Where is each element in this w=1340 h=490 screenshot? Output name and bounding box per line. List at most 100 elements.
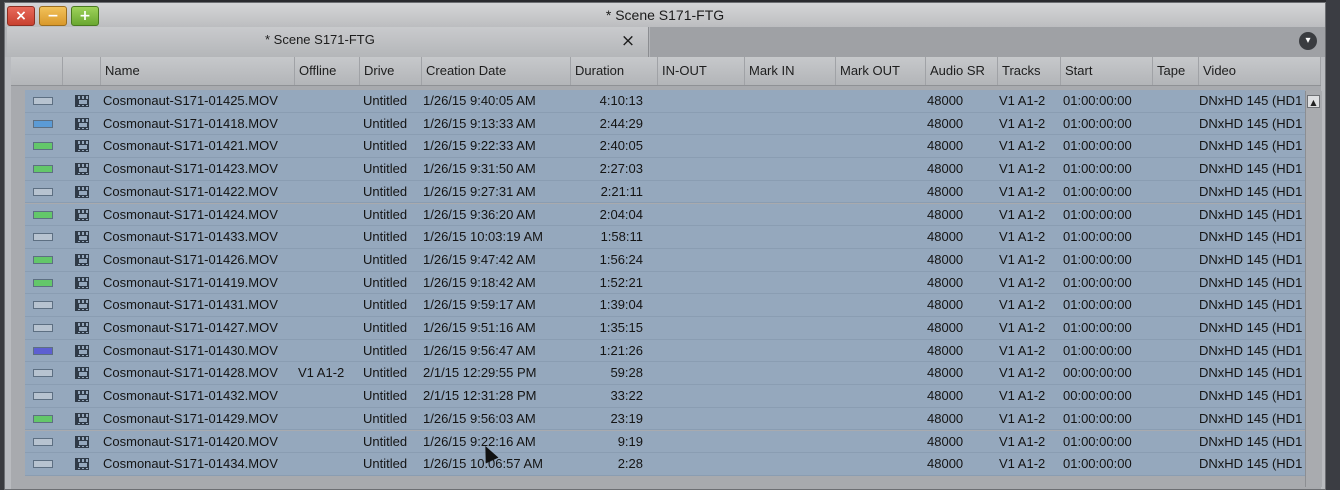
cell-drive: Untitled [363, 433, 408, 449]
window-titlebar[interactable]: × − + * Scene S171-FTG [5, 3, 1325, 28]
cell-start: 01:00:00:00 [1063, 115, 1132, 131]
cell-created: 1/26/15 9:56:47 AM [423, 342, 536, 358]
film-clip-icon[interactable] [75, 185, 89, 198]
clip-row[interactable]: Cosmonaut-S171-01428.MOV V1 A1-2 Untitled 2… [25, 362, 1305, 386]
column-header-icon[interactable] [63, 57, 101, 85]
clip-row[interactable]: Cosmonaut-S171-01431.MOV Untitled 1/26/15 … [25, 294, 1305, 317]
clip-row[interactable]: Cosmonaut-S171-01434.MOV Untitled 1/26/15 … [25, 453, 1305, 476]
cell-duration: 1:56:24 [599, 251, 643, 267]
cell-video: DNxHD 145 (HD1 [1199, 206, 1303, 222]
clip-color-swatch [33, 165, 53, 174]
column-header-duration[interactable]: Duration [571, 57, 658, 85]
column-header-markout[interactable]: Mark OUT [836, 57, 926, 85]
column-header-markin[interactable]: Mark IN [745, 57, 836, 85]
scroll-up-button[interactable]: ▲ [1307, 95, 1320, 108]
film-clip-icon[interactable] [75, 458, 89, 471]
cell-video: DNxHD 145 (HD1 [1199, 274, 1303, 290]
clip-row[interactable]: Cosmonaut-S171-01424.MOV Untitled 1/26/15 … [25, 203, 1305, 227]
cell-video: DNxHD 145 (HD1 [1199, 320, 1303, 335]
cell-video: DNxHD 145 (HD1 [1199, 297, 1303, 313]
cell-video: DNxHD 145 (HD1 [1199, 388, 1303, 404]
cell-created: 1/26/15 9:40:05 AM [423, 93, 536, 108]
cell-drive: Untitled [363, 251, 408, 267]
clip-row[interactable]: Cosmonaut-S171-01432.MOV Untitled 2/1/15 1… [25, 385, 1305, 408]
column-header-name[interactable]: Name [101, 57, 295, 85]
film-clip-icon[interactable] [75, 140, 89, 153]
film-clip-icon[interactable] [75, 390, 89, 403]
cell-drive: Untitled [363, 456, 408, 472]
cell-start: 01:00:00:00 [1063, 342, 1132, 358]
cell-audiosr: 48000 [927, 206, 964, 222]
column-header-created[interactable]: Creation Date [422, 57, 571, 85]
bin-menu-icon[interactable]: ▾ [1299, 32, 1317, 50]
clip-row[interactable]: Cosmonaut-S171-01429.MOV Untitled 1/26/15 … [25, 407, 1305, 431]
film-clip-icon[interactable] [75, 208, 89, 221]
film-clip-icon[interactable] [75, 95, 89, 107]
clip-row[interactable]: Cosmonaut-S171-01433.MOV Untitled 1/26/15 … [25, 226, 1305, 249]
film-clip-icon[interactable] [75, 344, 89, 357]
cell-name: Cosmonaut-S171-01431.MOV [103, 297, 278, 313]
film-clip-icon[interactable] [75, 412, 89, 425]
clip-row[interactable]: Cosmonaut-S171-01427.MOV Untitled 1/26/15 … [25, 317, 1305, 340]
clip-color-swatch [33, 97, 53, 105]
column-header-color[interactable] [11, 57, 63, 85]
film-clip-icon[interactable] [75, 253, 89, 266]
vertical-scrollbar[interactable]: ▲ [1305, 91, 1322, 487]
cell-start: 01:00:00:00 [1063, 456, 1132, 472]
cell-tracks: V1 A1-2 [999, 274, 1046, 290]
column-header-audiosr[interactable]: Audio SR [926, 57, 998, 85]
film-clip-icon[interactable] [75, 435, 89, 448]
cell-name: Cosmonaut-S171-01425.MOV [103, 93, 278, 108]
clip-row[interactable]: Cosmonaut-S171-01425.MOV Untitled 1/26/15 … [25, 90, 1305, 113]
cell-start: 01:00:00:00 [1063, 93, 1132, 108]
clip-row[interactable]: Cosmonaut-S171-01430.MOV Untitled 1/26/15 … [25, 339, 1305, 363]
clip-color-swatch [33, 392, 53, 401]
clip-color-swatch [33, 255, 53, 264]
cell-created: 1/26/15 9:56:03 AM [423, 410, 536, 426]
clip-row[interactable]: Cosmonaut-S171-01426.MOV Untitled 1/26/15 … [25, 248, 1305, 272]
cell-tracks: V1 A1-2 [999, 456, 1046, 472]
column-header-inout[interactable]: IN-OUT [658, 57, 745, 85]
film-clip-icon[interactable] [75, 276, 89, 289]
tab-close-icon[interactable]: × [619, 32, 637, 50]
column-header-drive[interactable]: Drive [360, 57, 422, 85]
column-header-video[interactable]: Video [1199, 57, 1321, 85]
film-clip-icon[interactable] [75, 163, 89, 176]
clip-row[interactable]: Cosmonaut-S171-01419.MOV Untitled 1/26/15 … [25, 271, 1305, 295]
cell-start: 00:00:00:00 [1063, 365, 1132, 381]
cell-created: 1/26/15 9:59:17 AM [423, 297, 536, 313]
column-header-tape[interactable]: Tape [1153, 57, 1199, 85]
tab-label: * Scene S171-FTG [265, 32, 375, 47]
film-clip-icon[interactable] [75, 367, 89, 380]
column-header-offline[interactable]: Offline [295, 57, 360, 85]
cell-name: Cosmonaut-S171-01420.MOV [103, 433, 278, 449]
film-clip-icon[interactable] [75, 299, 89, 312]
tab-scene-s171-ftg[interactable]: * Scene S171-FTG × [7, 27, 649, 57]
cell-video: DNxHD 145 (HD1 [1199, 342, 1303, 358]
clip-color-swatch [33, 324, 53, 332]
cell-video: DNxHD 145 (HD1 [1199, 138, 1303, 154]
film-clip-icon[interactable] [75, 322, 89, 334]
tab-strip-empty-area: ▾ [650, 27, 1325, 57]
cell-video: DNxHD 145 (HD1 [1199, 251, 1303, 267]
clip-row[interactable]: Cosmonaut-S171-01420.MOV Untitled 1/26/15 … [25, 430, 1305, 454]
clip-color-swatch [33, 233, 53, 242]
clip-row[interactable]: Cosmonaut-S171-01423.MOV Untitled 1/26/15 … [25, 158, 1305, 181]
clip-row[interactable]: Cosmonaut-S171-01418.MOV Untitled 1/26/15 … [25, 112, 1305, 136]
film-clip-icon[interactable] [75, 117, 89, 130]
clip-row[interactable]: Cosmonaut-S171-01421.MOV Untitled 1/26/15 … [25, 135, 1305, 159]
column-header-start[interactable]: Start [1061, 57, 1153, 85]
cell-drive: Untitled [363, 297, 408, 313]
cell-start: 01:00:00:00 [1063, 229, 1132, 245]
column-header-tracks[interactable]: Tracks [998, 57, 1061, 85]
cell-name: Cosmonaut-S171-01419.MOV [103, 274, 278, 290]
desktop-right-edge [1326, 0, 1340, 490]
cell-video: DNxHD 145 (HD1 [1199, 433, 1303, 449]
film-clip-icon[interactable] [75, 231, 89, 244]
cell-audiosr: 48000 [927, 138, 964, 154]
clip-row[interactable]: Cosmonaut-S171-01422.MOV Untitled 1/26/15 … [25, 180, 1305, 204]
cell-tracks: V1 A1-2 [999, 93, 1046, 108]
clip-color-swatch [33, 142, 53, 151]
cell-drive: Untitled [363, 229, 408, 245]
cell-video: DNxHD 145 (HD1 [1199, 456, 1303, 472]
